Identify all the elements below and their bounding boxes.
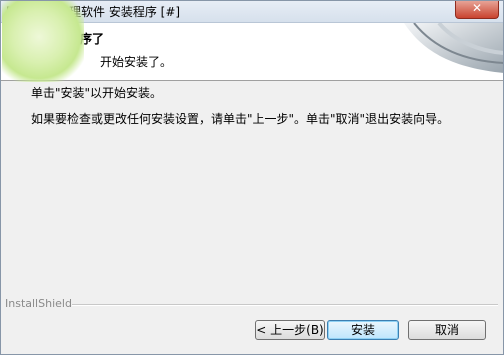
- back-button[interactable]: < 上一步(B): [255, 320, 325, 340]
- blurred-overlay: [2, 0, 84, 82]
- instruction-review: 如果要检查或更改任何安装设置，请单击"上一步"。单击"取消"退出安装向导。: [31, 112, 450, 126]
- cancel-button[interactable]: 取消: [408, 320, 486, 340]
- close-button[interactable]: ✕: [455, 0, 499, 19]
- header-subtitle: 开始安装了。: [100, 55, 173, 69]
- instruction-install: 单击"安装"以开始安装。: [31, 86, 163, 100]
- footer-divider: [72, 304, 498, 306]
- installer-graphic-icon: [404, 23, 504, 73]
- installshield-brand: InstallShield: [5, 297, 72, 310]
- install-button[interactable]: 安装: [327, 320, 399, 340]
